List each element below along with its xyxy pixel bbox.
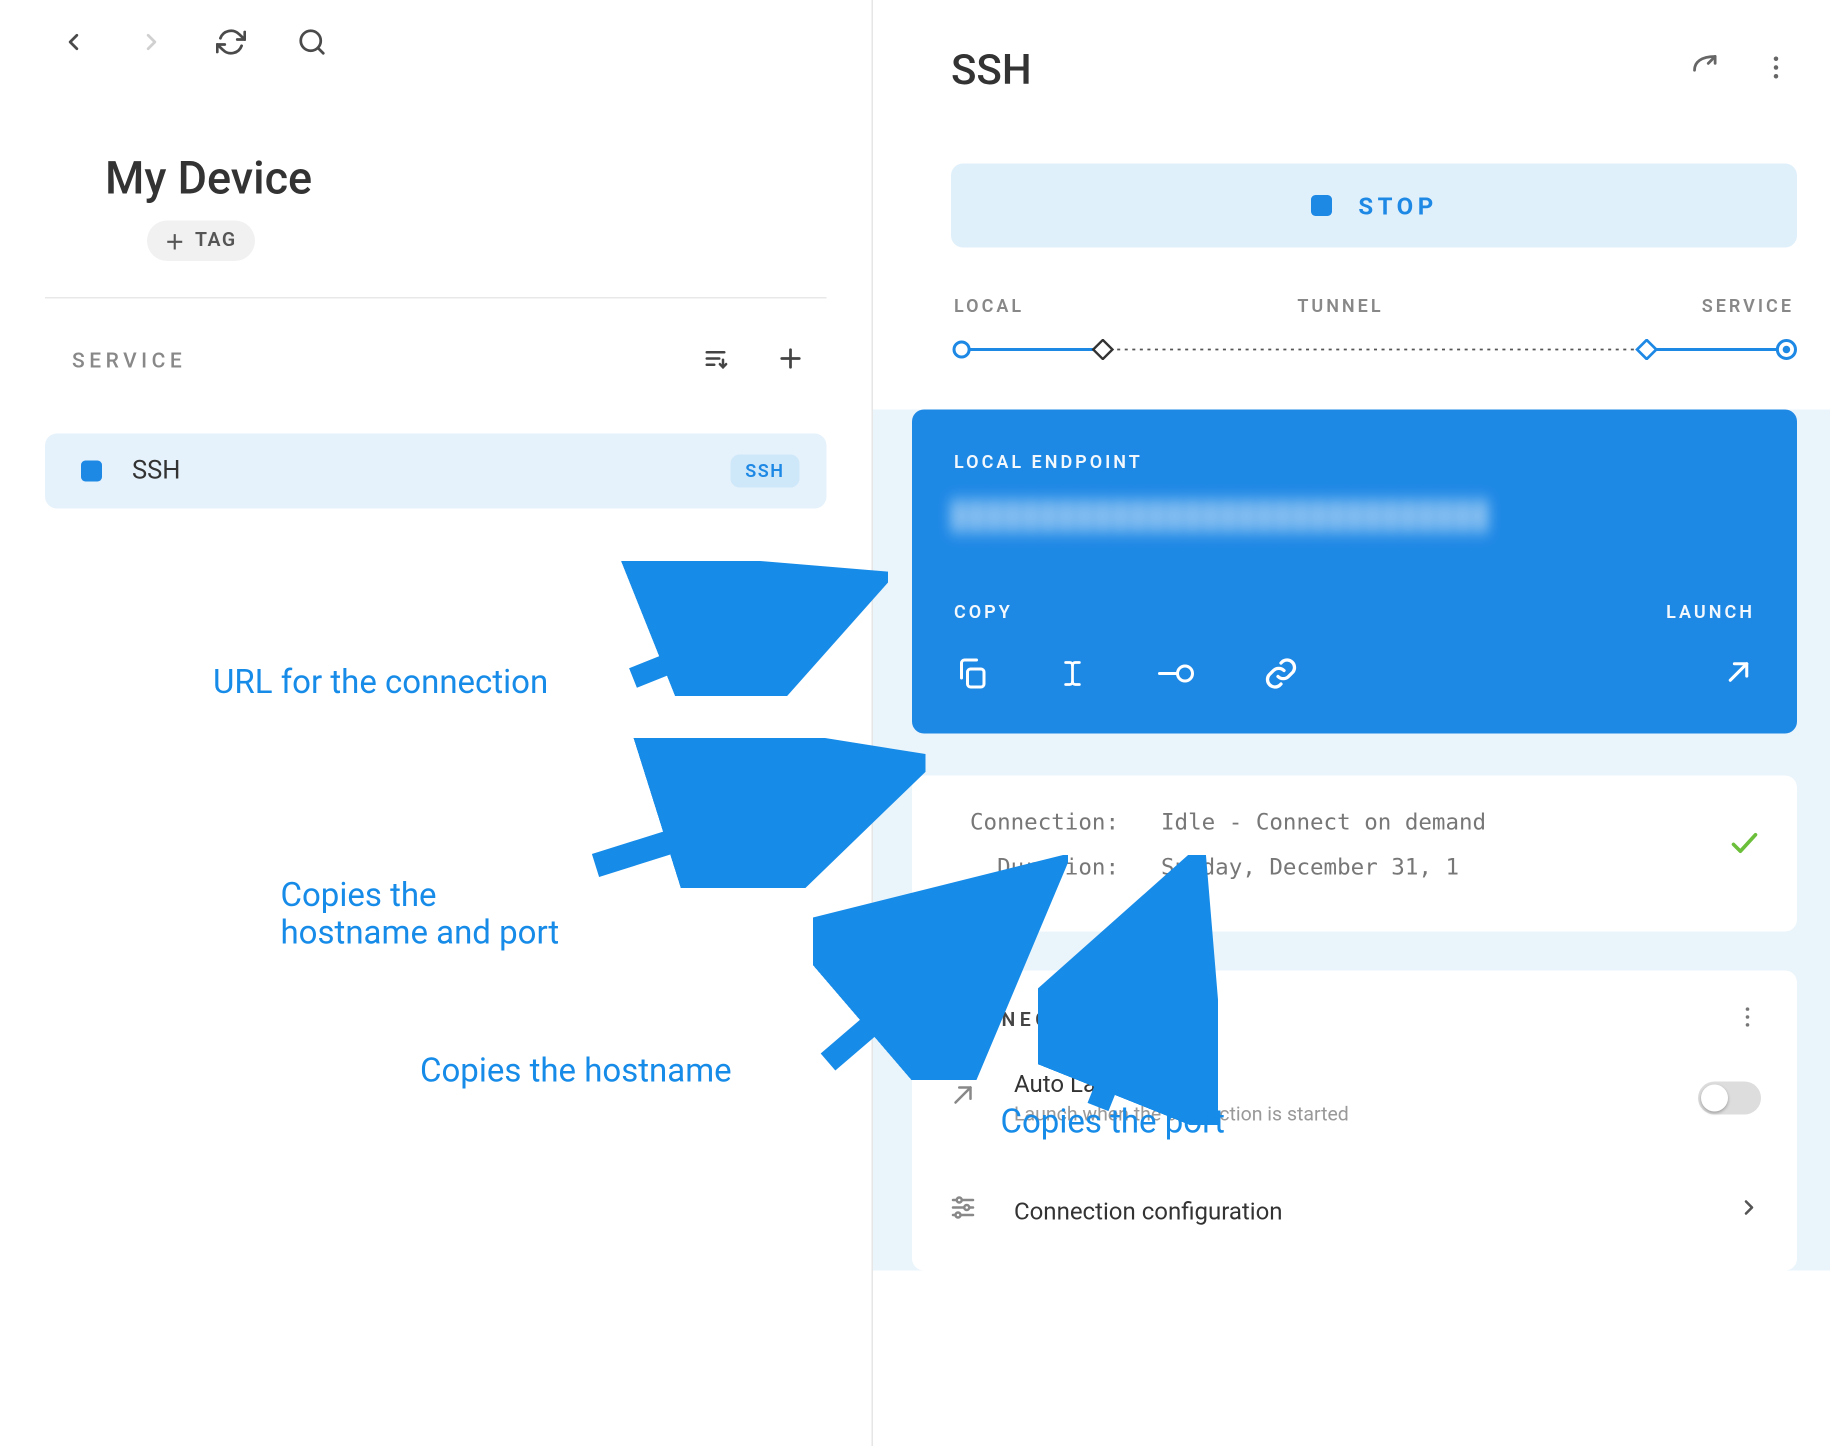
service-header: SERVICE bbox=[0, 344, 872, 380]
sliders-icon bbox=[948, 1193, 978, 1229]
check-icon bbox=[1728, 827, 1761, 866]
copy-hostname-icon[interactable] bbox=[1056, 656, 1089, 698]
copy-port-icon[interactable] bbox=[1155, 656, 1197, 698]
service-item-ssh[interactable]: SSH SSH bbox=[45, 434, 827, 509]
auto-launch-setting[interactable]: Auto Launch Launch when the connection i… bbox=[948, 1037, 1761, 1160]
launch-icon[interactable] bbox=[1666, 656, 1755, 695]
endpoint-label: LOCAL ENDPOINT bbox=[954, 452, 1755, 473]
route-tunnel: TUNNEL bbox=[1297, 296, 1383, 317]
add-service-icon[interactable] bbox=[776, 344, 806, 380]
status-indicator-icon bbox=[81, 461, 102, 482]
copy-link-icon[interactable] bbox=[1263, 656, 1305, 698]
divider bbox=[45, 297, 827, 299]
copy-all-icon[interactable] bbox=[954, 656, 990, 698]
chevron-right-icon bbox=[1737, 1196, 1761, 1226]
detail-duration-key: Duration: bbox=[954, 854, 1119, 881]
page-title: SSH bbox=[951, 45, 1032, 95]
section-more-icon[interactable] bbox=[1734, 1004, 1761, 1037]
search-icon[interactable] bbox=[297, 27, 327, 63]
route-diagram bbox=[951, 338, 1797, 359]
endpoint-url[interactable] bbox=[954, 500, 1494, 533]
connection-heading: CONNECTION bbox=[948, 1009, 1115, 1032]
tag-label: TAG bbox=[195, 230, 237, 253]
service-badge: SSH bbox=[730, 455, 799, 488]
route-service: SERVICE bbox=[1702, 296, 1794, 317]
share-icon[interactable] bbox=[1689, 50, 1722, 89]
right-panel: SSH STOP LOCAL TUNNEL SERVICE bbox=[873, 0, 1830, 1446]
back-icon[interactable] bbox=[60, 29, 87, 62]
detail-header: SSH bbox=[951, 45, 1797, 95]
connection-heading-row[interactable]: CONNECTION ▼ bbox=[948, 1004, 1761, 1037]
left-panel: My Device ＋ TAG SERVICE SSH SSH bbox=[0, 0, 873, 1446]
nav-bar bbox=[0, 27, 872, 63]
device-title: My Device bbox=[105, 153, 812, 206]
detail-connection-val: Idle - Connect on demand bbox=[1161, 809, 1486, 836]
copy-label: COPY bbox=[954, 602, 1305, 623]
detail-duration-val: Sunday, December 31, 1 bbox=[1161, 854, 1459, 881]
device-block: My Device ＋ TAG bbox=[0, 63, 872, 261]
endpoint-card: LOCAL ENDPOINT COPY bbox=[912, 410, 1797, 734]
sort-icon[interactable] bbox=[701, 344, 731, 380]
refresh-icon[interactable] bbox=[216, 27, 246, 63]
stop-label: STOP bbox=[1358, 191, 1437, 220]
auto-launch-toggle[interactable] bbox=[1698, 1082, 1761, 1115]
connection-config-title: Connection configuration bbox=[1014, 1196, 1701, 1225]
plus-icon: ＋ bbox=[165, 227, 186, 256]
connection-details: Connection: Idle - Connect on demand Dur… bbox=[912, 776, 1797, 932]
stop-button[interactable]: STOP bbox=[951, 164, 1797, 248]
connection-section: CONNECTION ▼ Auto Launch Launch when the… bbox=[912, 971, 1797, 1271]
launch-label: LAUNCH bbox=[1666, 602, 1755, 623]
forward-icon bbox=[138, 29, 165, 62]
connection-config-setting[interactable]: Connection configuration bbox=[948, 1160, 1761, 1262]
route-labels: LOCAL TUNNEL SERVICE bbox=[951, 296, 1797, 317]
service-name: SSH bbox=[132, 456, 700, 486]
detail-connection-key: Connection: bbox=[954, 809, 1119, 836]
stop-icon bbox=[1310, 195, 1331, 216]
auto-launch-desc: Launch when the connection is started bbox=[1014, 1104, 1662, 1127]
launch-setting-icon bbox=[948, 1080, 978, 1116]
caret-down-icon: ▼ bbox=[1136, 1013, 1155, 1030]
more-icon[interactable] bbox=[1761, 52, 1791, 88]
add-tag-button[interactable]: ＋ TAG bbox=[147, 221, 255, 262]
service-heading: SERVICE bbox=[72, 350, 186, 374]
route-local: LOCAL bbox=[954, 296, 1024, 317]
auto-launch-title: Auto Launch bbox=[1014, 1070, 1662, 1099]
